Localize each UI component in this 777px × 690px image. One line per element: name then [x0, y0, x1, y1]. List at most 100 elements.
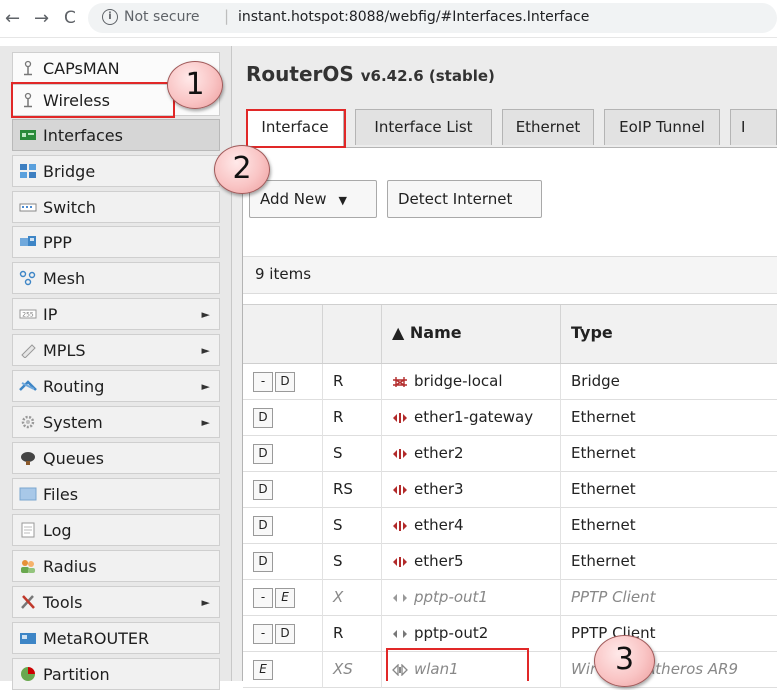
sidebar-item-queues[interactable]: Queues: [12, 442, 220, 474]
sidebar-item-routing[interactable]: Routing ►: [12, 370, 220, 402]
row-name-text: wlan1: [414, 660, 459, 678]
sidebar-item-log[interactable]: Log: [12, 514, 220, 546]
ethernet-icon: [393, 556, 407, 567]
wireless-icon: [392, 663, 408, 676]
mesh-icon: [19, 270, 36, 286]
table-row[interactable]: -D R pptp-out2 PPTP Client: [243, 616, 777, 652]
tab-more[interactable]: I: [730, 109, 777, 145]
row-name[interactable]: bridge-local: [382, 364, 561, 400]
sidebar-item-ppp[interactable]: PPP: [12, 226, 220, 258]
remove-button[interactable]: -: [253, 587, 273, 608]
row-name[interactable]: wlan1: [382, 652, 561, 688]
sidebar-item-label: Switch: [43, 198, 96, 217]
tab-interface[interactable]: Interface: [246, 109, 344, 147]
row-name[interactable]: ether2: [382, 436, 561, 472]
disable-button[interactable]: D: [253, 479, 273, 500]
column-header-type[interactable]: Type: [561, 305, 777, 363]
row-name-text: pptp-out1: [414, 588, 488, 606]
sidebar-item-switch[interactable]: Switch: [12, 191, 220, 223]
add-new-label: Add New: [260, 190, 327, 208]
column-header-flags: [323, 305, 382, 363]
table-row[interactable]: E XS wlan1 Wireless (Atheros AR9: [243, 652, 777, 688]
row-name[interactable]: ether1-gateway: [382, 400, 561, 436]
row-name[interactable]: ether4: [382, 508, 561, 544]
row-name-text: pptp-out2: [414, 624, 489, 642]
tab-interface-list[interactable]: Interface List: [355, 109, 492, 145]
sidebar-item-label: IP: [43, 305, 58, 324]
disable-button[interactable]: D: [253, 407, 273, 428]
row-flags: S: [323, 436, 382, 472]
sidebar-item-partition[interactable]: Partition: [12, 658, 220, 690]
sidebar-item-label: Wireless: [43, 91, 110, 110]
enable-button[interactable]: E: [275, 587, 295, 608]
table-row[interactable]: D S ether2 Ethernet: [243, 436, 777, 472]
row-name[interactable]: ether5: [382, 544, 561, 580]
tab-ethernet[interactable]: Ethernet: [502, 109, 594, 145]
sidebar-menu: CAPsMAN Wireless Interfaces Bridge Switc…: [0, 46, 232, 690]
table-row[interactable]: D R ether1-gateway Ethernet: [243, 400, 777, 436]
row-name-text: ether3: [414, 480, 464, 498]
row-name-text: ether5: [414, 552, 464, 570]
table-header: ▲ Name Type: [243, 304, 777, 364]
table-row[interactable]: D S ether4 Ethernet: [243, 508, 777, 544]
partition-icon: [21, 667, 35, 681]
row-flags: XS: [323, 652, 382, 688]
tab-bar: Interface Interface List Ethernet EoIP T…: [242, 109, 777, 147]
security-label[interactable]: Not secure: [124, 9, 200, 25]
reload-icon[interactable]: C: [64, 8, 76, 28]
table-row[interactable]: -D R bridge-local Bridge: [243, 364, 777, 400]
sidebar-item-bridge[interactable]: Bridge: [12, 155, 220, 187]
row-name[interactable]: ether3: [382, 472, 561, 508]
disable-button[interactable]: D: [253, 551, 273, 572]
row-name[interactable]: pptp-out2: [382, 616, 561, 652]
table-row[interactable]: -E X pptp-out1 PPTP Client: [243, 580, 777, 616]
page-title: RouterOS v6.42.6 (stable): [246, 62, 495, 86]
product-name: RouterOS: [246, 62, 354, 86]
address-bar[interactable]: i Not secure | instant.hotspot:8088/webf…: [88, 3, 777, 33]
sidebar-item-label: Queues: [43, 449, 104, 468]
row-flags: X: [323, 580, 382, 616]
row-flags: S: [323, 544, 382, 580]
row-flags: R: [323, 400, 382, 436]
url-text[interactable]: instant.hotspot:8088/webfig/#Interfaces.…: [238, 9, 589, 25]
remove-button[interactable]: -: [253, 371, 273, 392]
sidebar-item-tools[interactable]: Tools ►: [12, 586, 220, 618]
ethernet-icon: [393, 484, 407, 495]
antenna-icon: [24, 92, 32, 108]
enable-button[interactable]: E: [253, 659, 273, 680]
ethernet-icon: [393, 448, 407, 459]
table-row[interactable]: D S ether5 Ethernet: [243, 544, 777, 580]
caret-down-icon: ▼: [338, 194, 347, 207]
remove-button[interactable]: -: [253, 623, 273, 644]
row-name[interactable]: pptp-out1: [382, 580, 561, 616]
tab-eoip-tunnel[interactable]: EoIP Tunnel: [604, 109, 720, 145]
browser-toolbar: ← → C i Not secure | instant.hotspot:808…: [0, 0, 777, 38]
sidebar-item-radius[interactable]: Radius: [12, 550, 220, 582]
info-icon[interactable]: i: [102, 9, 118, 25]
submenu-arrow-icon: ►: [201, 380, 210, 393]
ppp-icon: [20, 236, 36, 246]
sidebar-item-files[interactable]: Files: [12, 478, 220, 510]
sidebar-item-metarouter[interactable]: MetaROUTER: [12, 622, 220, 654]
interfaces-icon: [20, 130, 36, 140]
disable-button[interactable]: D: [275, 371, 295, 392]
disable-button[interactable]: D: [275, 623, 295, 644]
sidebar-item-interfaces[interactable]: Interfaces: [12, 119, 220, 151]
sidebar-item-system[interactable]: System ►: [12, 406, 220, 438]
back-arrow-icon[interactable]: ←: [5, 8, 20, 29]
callout-1: 1: [167, 61, 223, 109]
sidebar-item-mesh[interactable]: Mesh: [12, 262, 220, 294]
disable-button[interactable]: D: [253, 515, 273, 536]
add-new-button[interactable]: Add New ▼: [249, 180, 377, 218]
column-header-name[interactable]: ▲ Name: [382, 305, 561, 363]
sidebar-item-mpls[interactable]: MPLS ►: [12, 334, 220, 366]
tools-icon: [21, 595, 35, 609]
sidebar-item-ip[interactable]: 255 IP ►: [12, 298, 220, 330]
forward-arrow-icon[interactable]: →: [34, 8, 49, 29]
table-row[interactable]: D RS ether3 Ethernet: [243, 472, 777, 508]
mpls-icon: [21, 344, 36, 358]
row-type: PPTP Client: [571, 588, 656, 606]
detect-internet-button[interactable]: Detect Internet: [387, 180, 542, 218]
disable-button[interactable]: D: [253, 443, 273, 464]
row-name-text: bridge-local: [414, 372, 503, 390]
